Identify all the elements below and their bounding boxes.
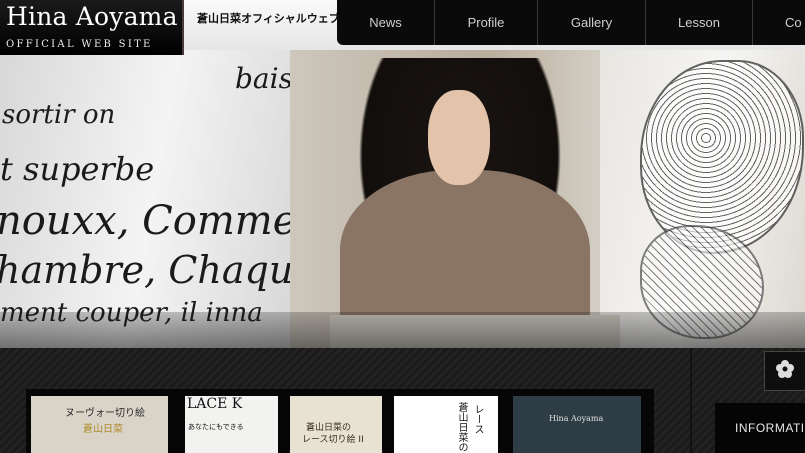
script-line: t superbe (0, 150, 155, 188)
flower-icon-button[interactable] (764, 351, 805, 391)
book-title: ヌーヴォー切り絵 (65, 408, 145, 419)
column-divider (690, 348, 692, 453)
book-cover-bg (513, 396, 641, 453)
book-cover-5[interactable]: Hina Aoyama (513, 396, 641, 453)
book-title: LACE K (187, 396, 243, 412)
book-cover-4[interactable]: 蒼山日菜の レース (394, 396, 498, 453)
book-title: Hina Aoyama (549, 414, 604, 423)
site-tagline: 蒼山日菜オフィシャルウェブサ (197, 12, 351, 25)
book-subtitle: レース切り絵 II (302, 435, 364, 445)
book-cover-1[interactable]: ヌーヴォー切り絵 蒼山日菜 (31, 396, 168, 453)
hero-image: baissing sortir on t superbe nouxx, Comm… (0, 50, 805, 348)
logo-name: Hina Aoyama (6, 2, 178, 31)
book-title: 蒼山日菜の (456, 402, 467, 452)
script-line: hambre, Chaqu (0, 248, 294, 292)
book-subtitle: レース (472, 404, 483, 434)
book-subtitle: 蒼山日菜 (83, 424, 123, 435)
nav-contact[interactable]: Co (753, 0, 805, 45)
site-logo[interactable]: Hina Aoyama OFFICIAL WEB SITE (0, 0, 184, 55)
information-tab[interactable]: INFORMATI (715, 403, 805, 453)
logo-subtitle: OFFICIAL WEB SITE (6, 39, 153, 50)
book-subtitle: あなたにもできる (188, 423, 244, 431)
nav-gallery[interactable]: Gallery (538, 0, 646, 45)
nav-lesson[interactable]: Lesson (646, 0, 753, 45)
flower-icon (775, 359, 795, 383)
nav-profile[interactable]: Profile (435, 0, 538, 45)
book-cover-3[interactable]: 蒼山日菜の レース切り絵 II (290, 396, 382, 453)
script-line: sortir on (2, 100, 116, 130)
main-nav: News Profile Gallery Lesson Co (337, 0, 805, 45)
script-line: nouxx, Comme (0, 198, 297, 244)
artist-face (428, 90, 490, 185)
hero-shadow-band (0, 312, 805, 348)
book-cover-2[interactable]: LACE K あなたにもできる (185, 396, 278, 453)
nav-news[interactable]: News (337, 0, 435, 45)
hero-paper-cut-script: baissing sortir on t superbe nouxx, Comm… (0, 50, 352, 348)
